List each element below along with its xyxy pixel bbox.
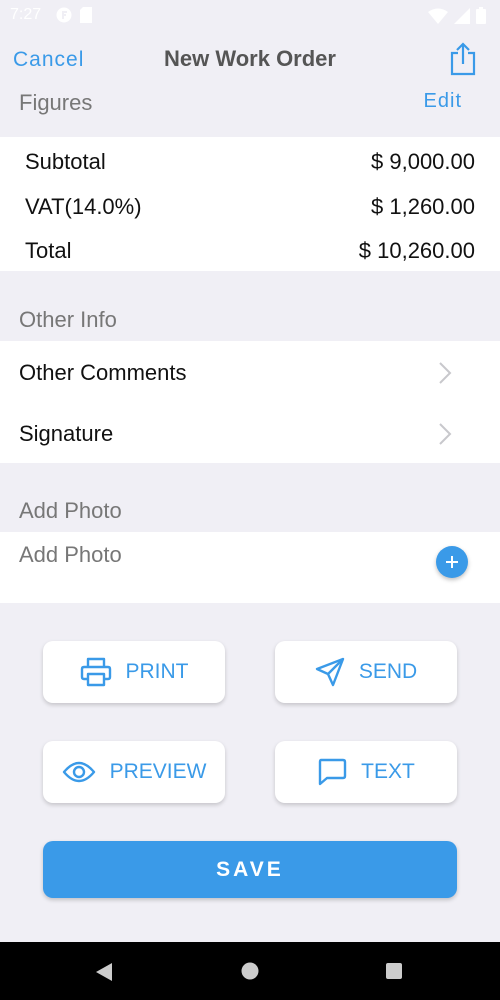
sd-card-icon [80, 7, 92, 23]
figure-value: $ 10,260.00 [358, 238, 475, 263]
share-icon[interactable] [448, 42, 478, 76]
text-button[interactable]: TEXT [275, 741, 457, 803]
other-comments-label: Other Comments [19, 360, 187, 385]
battery-icon [476, 7, 486, 24]
other-info-card: Other Comments Signature [0, 341, 500, 463]
edit-button[interactable]: Edit [424, 90, 462, 113]
chevron-right-icon [439, 362, 452, 384]
eye-icon [62, 761, 95, 783]
add-photo-header: Add Photo [19, 498, 122, 523]
figure-label: VAT(14.0%) [25, 194, 142, 219]
send-label: SEND [358, 660, 418, 683]
figure-label: Subtotal [25, 149, 106, 174]
back-icon[interactable] [95, 962, 113, 982]
save-button[interactable]: SAVE [43, 841, 457, 898]
message-icon [318, 758, 347, 786]
send-icon [315, 657, 345, 687]
system-nav-bar [0, 942, 500, 1000]
nav-bar: Cancel New Work Order [0, 36, 500, 86]
figure-value: $ 9,000.00 [371, 149, 475, 174]
preview-label: PREVIEW [109, 760, 207, 783]
other-comments-row[interactable]: Other Comments [0, 341, 500, 402]
notification-app-icon [56, 7, 72, 23]
print-label: PRINT [125, 660, 189, 683]
recents-icon[interactable] [386, 963, 402, 979]
print-button[interactable]: PRINT [43, 641, 225, 703]
add-photo-label: Add Photo [19, 542, 122, 567]
chevron-right-icon [439, 423, 452, 445]
text-label: TEXT [361, 760, 415, 783]
figure-value: $ 1,260.00 [371, 194, 475, 219]
signature-label: Signature [19, 421, 114, 446]
other-info-header: Other Info [19, 307, 117, 332]
status-time: 7:27 [10, 6, 42, 23]
printer-icon [80, 657, 111, 687]
figure-label: Total [25, 238, 72, 263]
status-bar: 7:27 [0, 0, 500, 32]
figures-card: Subtotal $ 9,000.00 VAT(14.0%) $ 1,260.0… [0, 137, 500, 271]
page-title: New Work Order [164, 46, 336, 71]
preview-button[interactable]: PREVIEW [43, 741, 225, 803]
signal-icon [454, 7, 470, 24]
save-label: SAVE [216, 857, 284, 881]
add-photo-button[interactable] [436, 546, 468, 578]
figures-header: Figures [19, 90, 93, 115]
home-icon[interactable] [241, 962, 259, 980]
add-photo-card: Add Photo [0, 532, 500, 603]
signature-row[interactable]: Signature [0, 402, 500, 463]
send-button[interactable]: SEND [275, 641, 457, 703]
wifi-icon [428, 8, 448, 24]
plus-icon [446, 556, 458, 568]
